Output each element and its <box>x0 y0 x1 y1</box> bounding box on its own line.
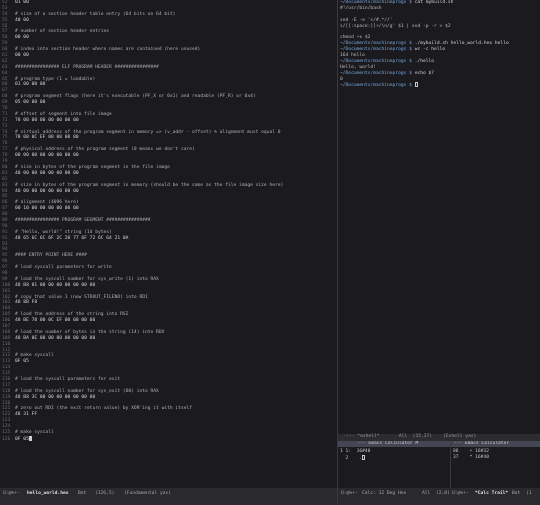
line-text: # alignment (4096 here) <box>15 200 79 206</box>
line-text: # zero out RDI (the exit return value) b… <box>15 406 193 412</box>
calc-stack-pane[interactable]: 1 1: 16#40 2 . <box>338 447 450 488</box>
prompt-path: ~/Documents/machineprogs $ <box>340 41 412 47</box>
prompt-command: ./mybuild.sh hello_world.hex hello <box>411 41 509 47</box>
command-output: 0 <box>340 76 343 82</box>
command-output: sed -E -e 's/#.*//' <box>340 17 393 23</box>
line-text: 40 00 00 00 00 00 00 00 <box>15 188 79 194</box>
prompt-path: ~/Documents/machineprogs $ <box>340 0 412 5</box>
line-text: # index into section header where names … <box>15 47 201 53</box>
line-text: # program segment flags (here it's execu… <box>15 94 256 100</box>
line-text: 40 00 00 00 00 00 00 00 <box>15 170 79 176</box>
line-text: 00 00 <box>15 53 29 59</box>
prompt-path: ~/Documents/machineprogs $ <box>340 47 412 53</box>
modeline-buffer-name[interactable]: hello_world.hex <box>27 491 69 497</box>
calc-trail-pane[interactable]: 86 + 16#32 37 * 16#40 <box>451 447 540 488</box>
line-text: # copy that value 1 (now STDOUT_FILENO) … <box>15 294 148 300</box>
modeline-mode[interactable]: (Fundamental yas) <box>124 491 171 497</box>
line-text: # load the address of the string into RS… <box>15 312 129 318</box>
line-text: 48 B8 01 00 00 00 00 00 00 00 <box>15 282 96 288</box>
line-text: # physical address of the program segmen… <box>15 147 195 153</box>
line-text: 78 00 00 00 00 00 00 00 <box>15 117 79 123</box>
prompt-command: ./hello <box>411 58 435 64</box>
line-text: # virtual address of the program segment… <box>15 129 281 135</box>
line-text: # offset of segment into file image <box>15 111 112 117</box>
modeline-state: U:@%+- <box>3 491 20 496</box>
line-text: # size in bytes of the program segment i… <box>15 164 170 170</box>
prompt-command: wc -c hello <box>411 47 446 53</box>
line-text: # load the number of bytes in the string… <box>15 329 165 335</box>
line-text: # "Hello, world!" string (14 bytes) <box>15 229 112 235</box>
command-output: s/[[:space:]]+/\n/g' $1 | xxd -p -r > $2 <box>340 23 451 29</box>
trail-modeline-state: U:@%+- <box>452 491 469 496</box>
command-output: chmod +x $2 <box>340 35 371 41</box>
line-text: 00 00 <box>15 35 29 41</box>
line-text: 05 00 00 00 <box>15 100 46 106</box>
line-text: 48 31 FF <box>15 412 38 418</box>
line-text: # load syscall parameters for write <box>15 265 112 271</box>
editor-modeline: U:@%+- hello_world.hex Bot (126,5) (Fund… <box>0 488 337 505</box>
line-text: # load the syscall parameters for exit <box>15 377 121 382</box>
line-text: 0F 05 <box>15 359 29 365</box>
command-output: 164 hello <box>340 53 365 59</box>
line-text: # load the syscall number for sys_exit (… <box>15 388 159 394</box>
prompt-command: cat mybuild.sh <box>411 0 454 5</box>
line-text: #### ENTRY POINT HERE #### <box>15 253 87 259</box>
line-text: ################ ELF PROGRAM HEADER ####… <box>15 64 159 70</box>
line-text: 48 B8 3C 00 00 00 00 00 00 00 <box>15 394 96 400</box>
line-text: 40 00 <box>15 17 29 23</box>
prompt-path: ~/Documents/machineprogs $ <box>340 58 412 64</box>
line-text: 48 BE 78 00 0C EF 00 00 00 00 <box>15 318 96 324</box>
text-cursor <box>28 435 32 441</box>
calc-modeline-mode[interactable]: Calc: 12 Deg Hex <box>362 491 406 497</box>
calc-modeline-coords: (2,0) <box>436 491 450 496</box>
calc-modeline: U:@%+- Calc: 12 Deg Hex All (2,0) U:@%+-… <box>338 488 540 505</box>
line-text: # program type (1 = loadable) <box>15 76 96 82</box>
calc-modeline-all: All <box>422 491 431 496</box>
calc-cursor <box>362 454 366 460</box>
command-output: Hello, world! <box>340 64 376 70</box>
line-text: # size of a section header table entry (… <box>15 11 176 17</box>
line-text: # size in bytes of the program segment i… <box>15 182 284 188</box>
line-text: 00 00 00 00 00 00 00 00 <box>15 153 79 159</box>
calc-modeline-state: U:@%+- <box>341 491 358 496</box>
line-text: ################ PROGRAM SEGMENT #######… <box>15 217 151 223</box>
editor-line[interactable]: 126 0F 05 <box>2 435 337 442</box>
line-text: 48 8B F8 <box>15 300 38 306</box>
modeline-coords: (126,5) <box>95 491 115 496</box>
line-text: # make syscall <box>15 353 54 359</box>
line-text: 48 BA 0E 00 00 00 00 00 00 00 <box>15 335 96 341</box>
terminal-lines[interactable]: ~/Documents/machineprogs $ cat mybuild.s… <box>340 0 540 88</box>
terminal-line: ~/Documents/machineprogs $ <box>340 82 540 88</box>
terminal-cursor <box>414 82 418 88</box>
line-text: 48 65 6C 6C 6F 2C 20 77 6F 72 6C 64 21 0… <box>15 235 129 241</box>
line-text: 00 10 00 00 00 00 00 00 <box>15 206 79 212</box>
prompt-path: ~/Documents/machineprogs $ <box>340 70 412 76</box>
line-text: 78 00 0C EF 00 00 00 00 <box>15 135 79 141</box>
line-text: 01 00 <box>15 0 29 5</box>
calc-trail-line: 37 * 16#40 <box>453 454 489 460</box>
line-number: 126 <box>2 436 11 442</box>
eshell-terminal-pane[interactable]: ~/Documents/machineprogs $ cat mybuild.s… <box>338 0 540 434</box>
editor-lines[interactable]: 52 01 00 53 54 # size of a section header ta… <box>2 0 337 442</box>
hex-editor-pane[interactable]: 52 01 00 53 54 # size of a section header ta… <box>0 0 337 488</box>
line-text: # load the syscall number for sys_write … <box>15 276 159 282</box>
calc-stack-line: 2 . <box>340 454 370 461</box>
line-text: 0F 05 <box>15 436 29 442</box>
prompt-command: echo $? <box>411 70 435 76</box>
modeline-position: Bot <box>78 491 87 496</box>
trail-modeline-buffer[interactable]: *Calc Trail* <box>475 491 508 497</box>
trail-modeline-line: (1 <box>526 491 532 496</box>
line-text: 01 00 00 00 <box>15 82 46 88</box>
trail-modeline-pos: Bot <box>512 491 521 496</box>
line-text: # make syscall <box>15 430 54 436</box>
prompt-path: ~/Documents/machineprogs $ <box>340 83 412 89</box>
command-output: #!/usr/bin/bash <box>340 5 382 11</box>
eshell-modeline: -:-- *eshell* All (15,27) (Eshell yas) <box>338 434 540 441</box>
line-text: # number of section header entries <box>15 29 110 35</box>
